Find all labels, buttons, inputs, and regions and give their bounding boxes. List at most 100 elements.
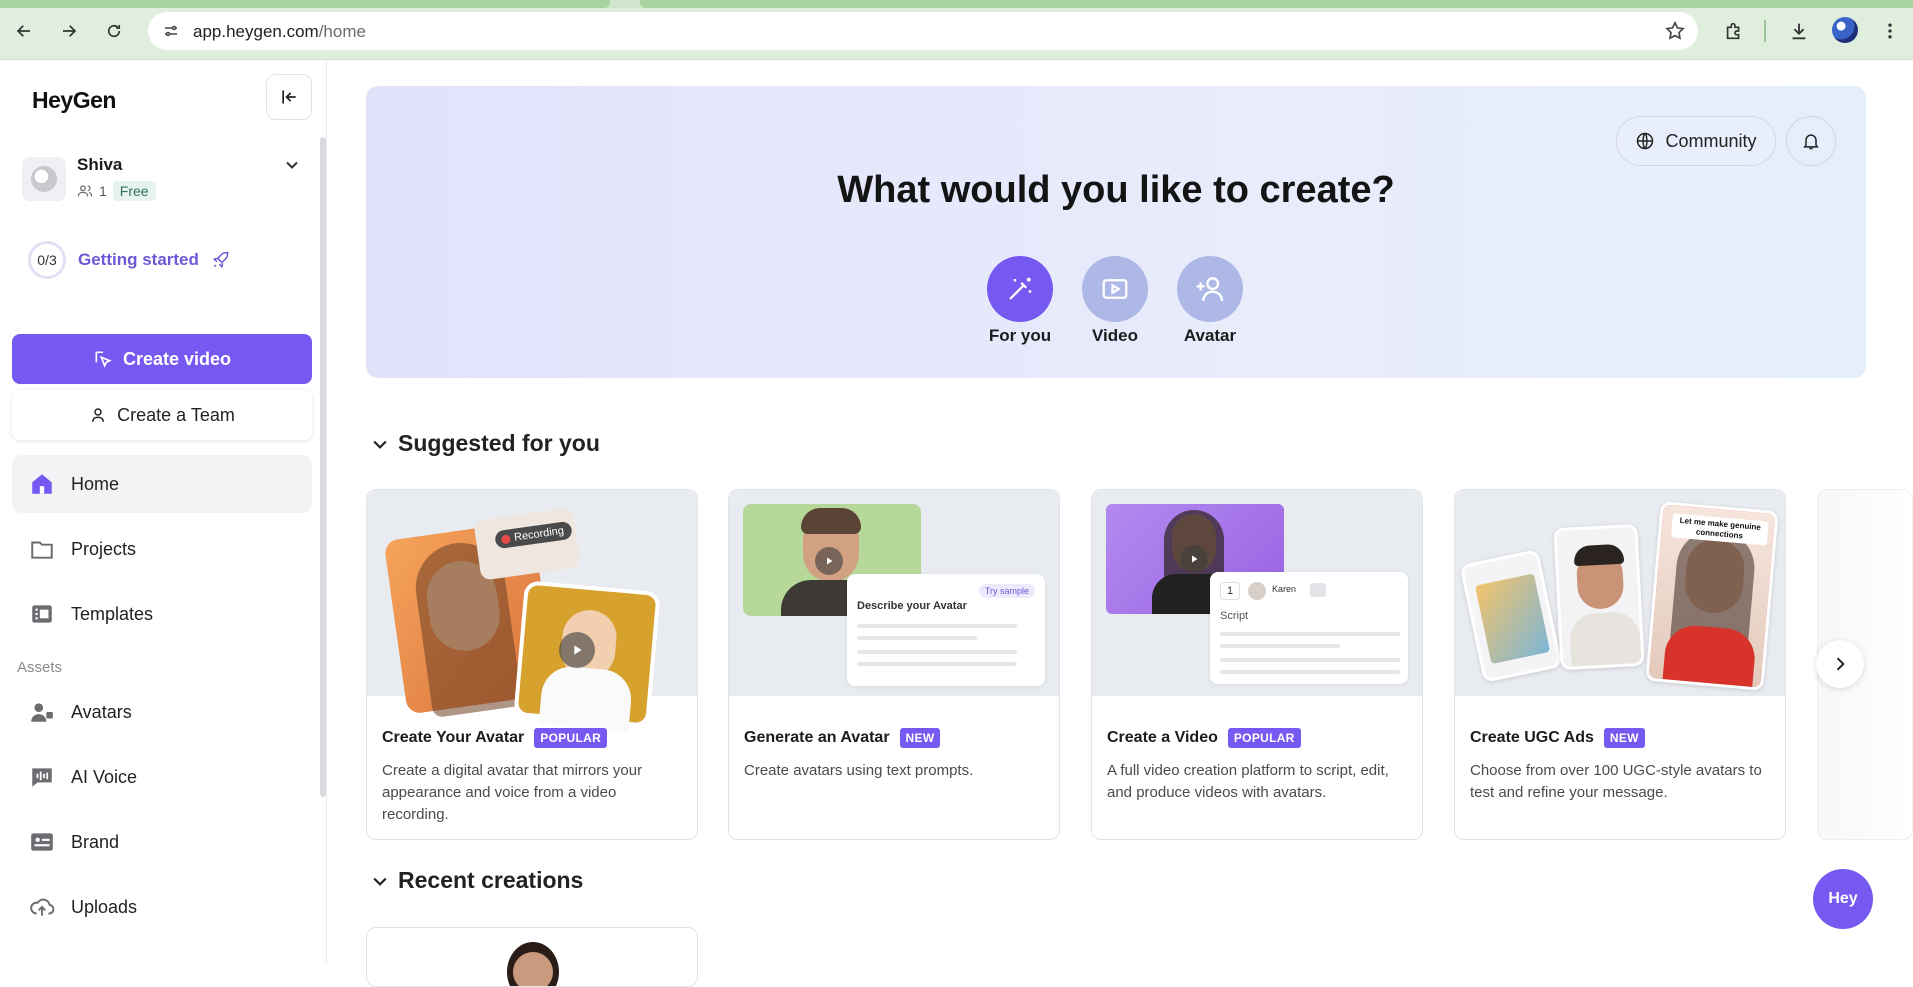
plan-badge: Free [112, 181, 156, 201]
card-title: Create a Video POPULAR [1107, 728, 1301, 748]
option-avatar[interactable]: Avatar [1165, 256, 1255, 346]
card-title: Create UGC Ads NEW [1470, 728, 1645, 748]
user-meta: 1 Free [77, 181, 156, 201]
add-person-icon [1177, 256, 1243, 322]
collapse-sidebar-button[interactable] [266, 74, 312, 120]
recent-section-toggle[interactable]: Recent creations [370, 867, 583, 894]
tab-strip [0, 0, 1913, 8]
notifications-button[interactable] [1786, 116, 1836, 166]
sidebar-scrollbar[interactable] [320, 137, 326, 797]
reload-icon[interactable] [100, 17, 128, 45]
forward-arrow-icon[interactable] [55, 17, 83, 45]
ai-voice-icon [32, 768, 52, 787]
templates-icon [32, 605, 52, 623]
chevron-down-icon [373, 877, 387, 886]
sidebar-item-label: Templates [71, 603, 154, 624]
menu-icon[interactable] [1876, 17, 1904, 45]
record-dot-icon [500, 533, 511, 544]
sidebar-item-avatars[interactable]: Avatars [12, 683, 312, 741]
extensions-icon[interactable] [1720, 17, 1748, 45]
assets-section-label: Assets [17, 659, 63, 676]
chevron-right-icon [1836, 657, 1845, 671]
sidebar-item-projects[interactable]: Projects [12, 520, 312, 578]
video-icon [1082, 256, 1148, 322]
back-arrow-icon[interactable] [10, 17, 38, 45]
option-video[interactable]: Video [1070, 256, 1160, 346]
phone-mockup [1553, 523, 1645, 671]
sidebar-item-templates[interactable]: Templates [12, 585, 312, 643]
community-label: Community [1665, 130, 1757, 151]
create-hero: Community What would you like to create?… [366, 86, 1866, 378]
prompt-label: Describe your Avatar [857, 600, 967, 612]
avatar [22, 157, 66, 201]
profile-icon[interactable] [1832, 17, 1858, 43]
play-icon[interactable] [559, 632, 595, 668]
suggested-section-toggle[interactable]: Suggested for you [370, 430, 600, 457]
browser-toolbar: app.heygen.com/home [0, 0, 1913, 60]
cursor-icon [95, 351, 112, 368]
status-badge: NEW [1603, 728, 1645, 748]
card-thumbnail: 1 Karen Script [1092, 490, 1422, 696]
card-thumbnail: Recording [367, 490, 697, 732]
toolbar-separator [1764, 20, 1766, 42]
section-title: Recent creations [398, 867, 584, 893]
person-icon [92, 408, 105, 422]
sidebar-item-ai-voice[interactable]: AI Voice [12, 748, 312, 806]
avatars-icon [31, 703, 53, 722]
play-icon[interactable] [1180, 545, 1208, 573]
option-for-you[interactable]: For you [975, 256, 1065, 346]
caption-icon [1310, 583, 1326, 597]
status-badge: NEW [899, 728, 941, 748]
download-icon[interactable] [1785, 17, 1813, 45]
section-title: Suggested for you [398, 430, 600, 456]
globe-icon [1637, 132, 1654, 150]
hey-assistant-button[interactable]: Hey [1813, 869, 1873, 929]
upload-icon [30, 898, 55, 916]
workspace-switcher[interactable]: Shiva 1 Free [20, 151, 305, 217]
card-generate-an-avatar[interactable]: Try sample Describe your Avatar Generate… [728, 489, 1060, 840]
carousel-next-button[interactable] [1816, 640, 1864, 688]
brand-icon [31, 833, 53, 851]
card-create-ugc-ads[interactable]: Let me make genuine connections Create U… [1454, 489, 1786, 840]
heygen-logo[interactable]: HeyGen [32, 87, 116, 114]
card-title: Generate an Avatar NEW [744, 728, 941, 748]
create-video-button[interactable]: Create video [12, 334, 312, 384]
site-info-icon[interactable] [160, 20, 182, 42]
card-thumbnail: Let me make genuine connections [1455, 490, 1785, 696]
members-icon [77, 185, 93, 197]
folder-icon [31, 541, 53, 559]
sidebar-item-label: Brand [71, 831, 120, 852]
hey-label: Hey [1828, 890, 1858, 907]
sidebar-item-home[interactable]: Home [12, 455, 312, 513]
chevron-down-icon[interactable] [282, 155, 302, 175]
create-video-label: Create video [122, 348, 232, 369]
sidebar-item-label: Uploads [71, 896, 138, 917]
card-title: Create Your Avatar POPULAR [382, 728, 608, 748]
bookmark-star-icon[interactable] [1664, 20, 1686, 42]
phone-mockup: Let me make genuine connections [1645, 501, 1779, 691]
card-description: Create a digital avatar that mirrors you… [382, 762, 643, 823]
card-create-your-avatar[interactable]: Recording Create Your Avatar POPULAR Cre… [366, 489, 698, 840]
sidebar-item-brand[interactable]: Brand [12, 813, 312, 871]
script-label: Script [1220, 610, 1249, 622]
collapse-icon [282, 90, 296, 104]
getting-started-link[interactable]: 0/3 Getting started [28, 241, 231, 279]
community-button[interactable]: Community [1616, 116, 1776, 166]
rocket-icon [212, 251, 229, 269]
voice-name: Karen [1272, 584, 1297, 594]
create-team-button[interactable]: Create a Team [12, 390, 312, 440]
recent-creation-card[interactable] [366, 927, 698, 987]
play-icon[interactable] [815, 547, 843, 575]
option-label: Avatar [1183, 326, 1237, 345]
sidebar-item-label: Avatars [71, 701, 132, 722]
page-title: What would you like to create? [837, 169, 1395, 211]
card-thumbnail: Try sample Describe your Avatar [729, 490, 1059, 696]
member-count: 1 [99, 183, 107, 199]
home-icon [32, 474, 52, 494]
sidebar-item-uploads[interactable]: Uploads [12, 878, 312, 936]
option-label: Video [1092, 326, 1138, 345]
sidebar-item-label: Projects [71, 538, 137, 559]
sidebar-item-label: AI Voice [71, 766, 138, 787]
card-create-a-video[interactable]: 1 Karen Script Create a Video POPULAR A … [1091, 489, 1423, 840]
address-bar[interactable]: app.heygen.com/home [148, 12, 1698, 50]
